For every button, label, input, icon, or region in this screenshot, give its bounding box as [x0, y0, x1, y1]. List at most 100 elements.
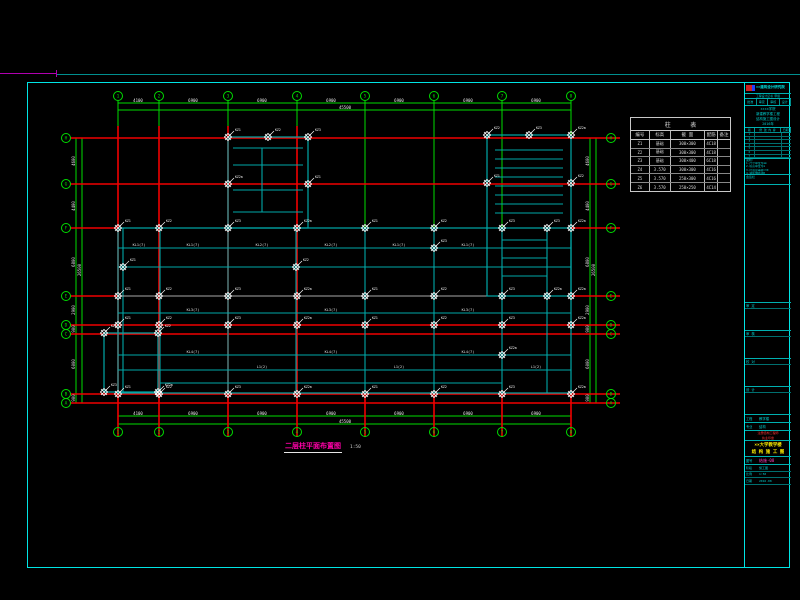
dimension-text: 900 [585, 394, 590, 402]
column-marker-label: KZ2a [578, 126, 586, 130]
approval-cell: 审核 [768, 99, 780, 105]
schedule-data-row: Z63.570250×2504C14 [631, 183, 730, 192]
revision-row-date [782, 155, 791, 158]
dimension-text: 6900 [531, 98, 541, 103]
column-marker: KZ1 [361, 287, 377, 300]
grid-bubble-row-label: A [610, 401, 613, 407]
schedule-data-row-cell: 300×400 [671, 157, 706, 165]
dimension-text: 6900 [463, 98, 473, 103]
schedule-data-row-cell: Z2 [631, 149, 650, 157]
revision-row-content [755, 140, 782, 143]
revision-row-date [782, 144, 791, 147]
column-marker: KZ3 [224, 316, 240, 329]
grid-bubble-row-label: B [65, 392, 68, 398]
schedule-data-row: Z2基础300×3004C18 [631, 149, 730, 158]
column-marker: KZ2 [430, 287, 446, 300]
grid-bubble-row-label: F [65, 226, 68, 232]
grid-bubble-row-label: H [610, 136, 613, 142]
revision-row-content [755, 137, 782, 140]
beam-label: KL3(7) [462, 308, 475, 312]
dimension-text: 4600 [585, 156, 590, 166]
revision-header-cell: 日期 [781, 128, 791, 132]
drawing-scale: 1:50 [350, 445, 361, 450]
column-marker: KZ3 [543, 219, 559, 232]
grid-bubble-row-label: C [65, 332, 68, 338]
column-marker-label: KZ1 [372, 219, 378, 223]
revision-row-content [755, 144, 782, 147]
column-marker: KZ2 [430, 219, 446, 232]
column-marker-label: KZ2a [554, 287, 562, 291]
dimension-text: 26500 [591, 263, 596, 276]
grid-bubble-row-label: F [610, 226, 613, 232]
dimension-text: 4400 [71, 201, 76, 211]
column-marker-label: KZ2a [165, 383, 173, 387]
column-marker: KZ2a [567, 126, 585, 139]
approval-cell: 批准 [745, 99, 757, 105]
column-marker: KZ1 [361, 219, 377, 232]
project-lines: ××××学院新建教学楼工程结构施工图设计2016年 [745, 106, 791, 128]
dimension-text: 2900 [71, 305, 76, 315]
schedule-data-row-cell [718, 166, 730, 174]
dimension-text: 6900 [188, 411, 198, 416]
column-marker: KZ2a [567, 219, 585, 232]
drawing-number-value: 结施-08 [759, 458, 791, 464]
column-marker: KZ1 [361, 385, 377, 398]
signature-box [745, 393, 791, 415]
column-marker-label: KZ3 [235, 385, 241, 389]
grid-bubble-col-label: 6 [433, 430, 436, 436]
column-marker: KZ3 [498, 219, 514, 232]
column-marker-label: KZ1 [125, 287, 131, 291]
column-marker-label: KZ2 [303, 258, 309, 262]
column-marker-label: KZ2a [304, 316, 312, 320]
column-marker: KZ2 [430, 385, 446, 398]
column-marker-label: KZ3 [235, 287, 241, 291]
grid-bubble-row-label: B [610, 392, 613, 398]
revision-row-content [755, 147, 782, 150]
column-marker-label: KZ2 [275, 128, 281, 132]
schedule-data-row-cell: 300×300 [671, 149, 706, 157]
schedule-data-row: Z53.570250×3004C16 [631, 174, 730, 183]
beam-label: KL1(7) [393, 243, 406, 247]
schedule-data-row-cell: Z6 [631, 183, 650, 192]
column-marker-label: KZ2 [578, 174, 584, 178]
dimension-text: 4100 [133, 98, 143, 103]
column-marker-label: KZ3 [509, 287, 515, 291]
dimension-text: 6900 [394, 98, 404, 103]
grid-bubble-col-label: 8 [570, 94, 573, 100]
column-marker-label: KZ2a [578, 219, 586, 223]
schedule-data-row-cell: Z4 [631, 166, 650, 174]
dimension-text: 6000 [585, 359, 590, 369]
column-marker-label: KZ2 [166, 219, 172, 223]
revision-row-num: 6 [745, 151, 755, 154]
schedule-data-row-cell: 基础 [650, 140, 671, 148]
grid-bubble-row-label: H [65, 136, 68, 142]
dimension-text: 6900 [394, 411, 404, 416]
schedule-data-row-cell: 3.570 [650, 183, 671, 192]
field-row: 工程教学楼 [745, 415, 791, 423]
revision-header-cell: 版 [745, 128, 755, 132]
column-marker-label: KZ2a [578, 385, 586, 389]
dimension-text: 6900 [326, 98, 336, 103]
grid-bubble-row-label: A [65, 401, 68, 407]
column-marker-label: KZ1 [111, 324, 117, 328]
beam-label: KL1(7) [133, 243, 146, 247]
field-value: 结构 [759, 424, 791, 429]
schedule-data-row-cell: 基础 [650, 157, 671, 165]
column-marker-label: KZ3 [536, 126, 542, 130]
schedule-data-row-cell: 4C18 [705, 140, 718, 148]
dimension-text: 4600 [71, 156, 76, 166]
column-marker-label: KZ3 [441, 239, 447, 243]
drawing-number-row: 图号结施-08 [745, 457, 791, 465]
column-marker: KZ3 [224, 385, 240, 398]
schedule-data-row-cell: 6C18 [705, 157, 718, 165]
beam-label: KL4(7) [187, 350, 200, 354]
column-marker-label: KZ2 [441, 316, 447, 320]
signature-box [745, 337, 791, 359]
column-marker-label: KZ1 [235, 128, 241, 132]
column-marker: KZ2a [498, 346, 516, 359]
revision-table: 版修 改 内 容日期1234567 [745, 128, 791, 159]
schedule-data-row: Z43.570300×3004C16 [631, 166, 730, 175]
cad-viewport[interactable]: 1122334455667788HHGGFFEEDDCCBBAA41006900… [0, 0, 800, 600]
beam-label: KL2(7) [256, 243, 269, 247]
building-outline [228, 137, 308, 228]
